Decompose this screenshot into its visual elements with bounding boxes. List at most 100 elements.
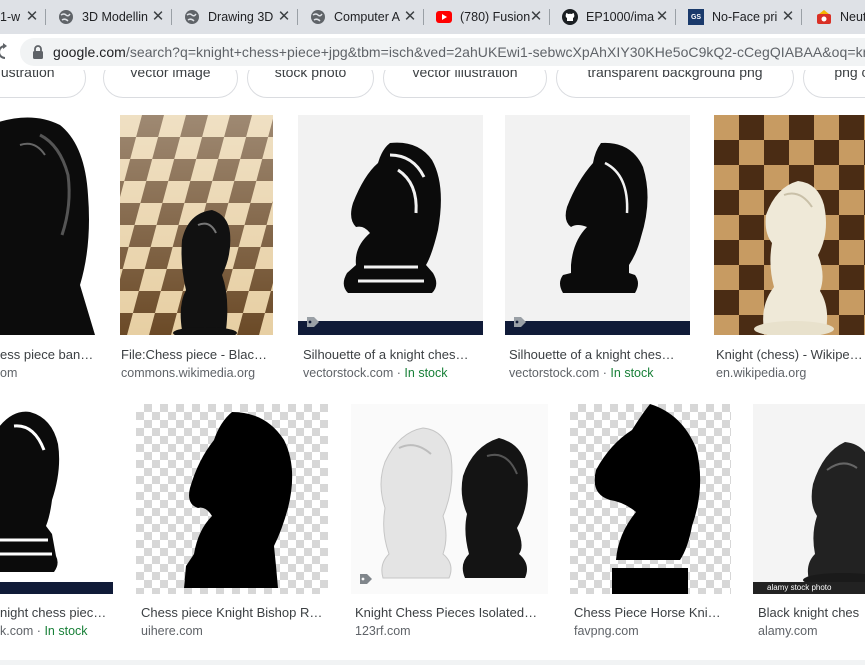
source-text: k.com · xyxy=(0,624,45,638)
chip-label: vector illustration xyxy=(412,64,518,80)
tab-title: (780) Fusion xyxy=(460,10,531,24)
globe-icon xyxy=(184,9,200,25)
result-thumbnail[interactable] xyxy=(120,115,273,335)
result-title[interactable]: Silhouette of a knight ches… xyxy=(509,347,685,362)
result-title[interactable]: ess piece ban… xyxy=(0,347,95,362)
in-stock-label: In stock xyxy=(44,624,88,638)
result-thumbnail[interactable] xyxy=(351,404,548,594)
chip-vector-illustration[interactable]: vector illustration xyxy=(383,58,547,98)
browser-tab[interactable]: EP1000/ima ✕ xyxy=(550,0,676,34)
app-icon xyxy=(816,9,832,25)
tab-title: No-Face pri xyxy=(712,10,778,24)
github-icon xyxy=(562,9,578,25)
youtube-icon xyxy=(436,9,452,25)
tab-title: Drawing 3D xyxy=(208,10,274,24)
next-row-hint xyxy=(0,660,865,665)
result-source: alamy.com xyxy=(758,624,865,638)
chip-stock-photo[interactable]: stock photo xyxy=(247,58,374,98)
stock-caption: alamy stock photo xyxy=(767,583,832,592)
chip-label: illustration xyxy=(0,64,55,80)
result-title[interactable]: Chess piece Knight Bishop R… xyxy=(141,605,327,620)
close-icon[interactable]: ✕ xyxy=(402,9,418,25)
source-text: 123rf.com xyxy=(355,624,411,638)
product-tag-icon xyxy=(359,572,373,584)
result-source: en.wikipedia.org xyxy=(716,366,865,380)
watermark-bar: alamy stock photo xyxy=(753,582,865,594)
knight-image xyxy=(343,142,441,293)
knight-image xyxy=(184,412,293,588)
knight-image xyxy=(380,427,528,579)
browser-tab[interactable]: 3D Modellin ✕ xyxy=(46,0,172,34)
knight-image xyxy=(714,115,865,335)
result-thumbnail[interactable] xyxy=(136,404,328,594)
source-text: commons.wikimedia.org xyxy=(121,366,256,380)
gs-icon: GS xyxy=(688,9,704,25)
browser-tab[interactable]: Neut xyxy=(802,0,865,34)
in-stock-label: In stock xyxy=(404,366,448,380)
result-source: commons.wikimedia.org xyxy=(121,366,271,380)
watermark-bar xyxy=(298,321,483,335)
result-title[interactable]: File:Chess piece - Blac… xyxy=(121,347,271,362)
browser-tab[interactable]: 1-w ✕ xyxy=(0,0,46,34)
knight-image xyxy=(0,117,95,335)
result-source: vectorstock.com · In stock xyxy=(303,366,483,380)
knight-image xyxy=(0,411,60,572)
result-source: favpng.com xyxy=(574,624,726,638)
browser-tab[interactable]: Drawing 3D ✕ xyxy=(172,0,298,34)
close-icon[interactable]: ✕ xyxy=(654,9,670,25)
globe-icon xyxy=(58,9,74,25)
browser-tab[interactable]: GS No-Face pri ✕ xyxy=(676,0,802,34)
source-text: alamy.com xyxy=(758,624,818,638)
result-thumbnail[interactable] xyxy=(0,404,113,594)
close-icon[interactable]: ✕ xyxy=(276,9,292,25)
in-stock-label: In stock xyxy=(610,366,654,380)
chip-png-clipart[interactable]: png cl xyxy=(803,58,865,98)
tab-title: 3D Modellin xyxy=(82,10,149,24)
product-tag-icon xyxy=(306,315,320,327)
browser-tab[interactable]: (780) Fusion ✕ xyxy=(424,0,550,34)
watermark-bar xyxy=(0,582,113,594)
close-icon[interactable]: ✕ xyxy=(528,9,544,25)
chip-label: stock photo xyxy=(274,64,347,80)
result-title[interactable]: Chess Piece Horse Kni… xyxy=(574,605,726,620)
result-title[interactable]: Black knight ches xyxy=(758,605,865,620)
tab-title: EP1000/ima xyxy=(586,10,655,24)
result-source: k.com · In stock xyxy=(0,624,113,638)
chip-label: png cl xyxy=(834,64,865,80)
result-thumbnail[interactable] xyxy=(570,404,731,594)
result-title[interactable]: Knight Chess Pieces Isolated… xyxy=(355,605,543,620)
close-icon[interactable]: ✕ xyxy=(24,9,40,25)
result-thumbnail[interactable]: alamy stock photo xyxy=(753,404,865,594)
result-source: 123rf.com xyxy=(355,624,543,638)
source-text: favpng.com xyxy=(574,624,639,638)
result-title[interactable]: Knight (chess) - Wikipe… xyxy=(716,347,865,362)
source-text: uihere.com xyxy=(141,624,203,638)
source-text: vectorstock.com · xyxy=(303,366,405,380)
chip-label: transparent background png xyxy=(587,64,763,80)
filter-chips: illustration vector image stock photo ve… xyxy=(0,58,865,100)
product-tag-icon xyxy=(513,315,527,327)
result-thumbnail[interactable] xyxy=(298,115,483,335)
tab-title: Neut xyxy=(840,10,865,24)
source-text: om xyxy=(0,366,18,380)
result-title[interactable]: Silhouette of a knight ches… xyxy=(303,347,479,362)
knight-image xyxy=(560,142,648,293)
tab-strip: 1-w ✕ 3D Modellin ✕ Drawing 3D ✕ Compute… xyxy=(0,0,865,34)
chip-vector-image[interactable]: vector image xyxy=(103,58,238,98)
knight-image xyxy=(120,115,273,335)
chip-label: vector image xyxy=(130,64,211,80)
result-title[interactable]: night chess piec… xyxy=(0,605,108,620)
chip-transparent-background-png[interactable]: transparent background png xyxy=(556,58,794,98)
close-icon[interactable]: ✕ xyxy=(150,9,166,25)
result-source: vectorstock.com · In stock xyxy=(509,366,689,380)
result-thumbnail[interactable] xyxy=(0,115,95,335)
knight-image xyxy=(803,442,865,587)
chip-illustration[interactable]: illustration xyxy=(0,58,86,98)
close-icon[interactable]: ✕ xyxy=(780,9,796,25)
result-thumbnail[interactable] xyxy=(714,115,865,335)
browser-tab[interactable]: Computer A ✕ xyxy=(298,0,424,34)
globe-icon xyxy=(310,9,326,25)
result-thumbnail[interactable] xyxy=(505,115,690,335)
tab-title: Computer A xyxy=(334,10,401,24)
source-text: en.wikipedia.org xyxy=(716,366,807,380)
